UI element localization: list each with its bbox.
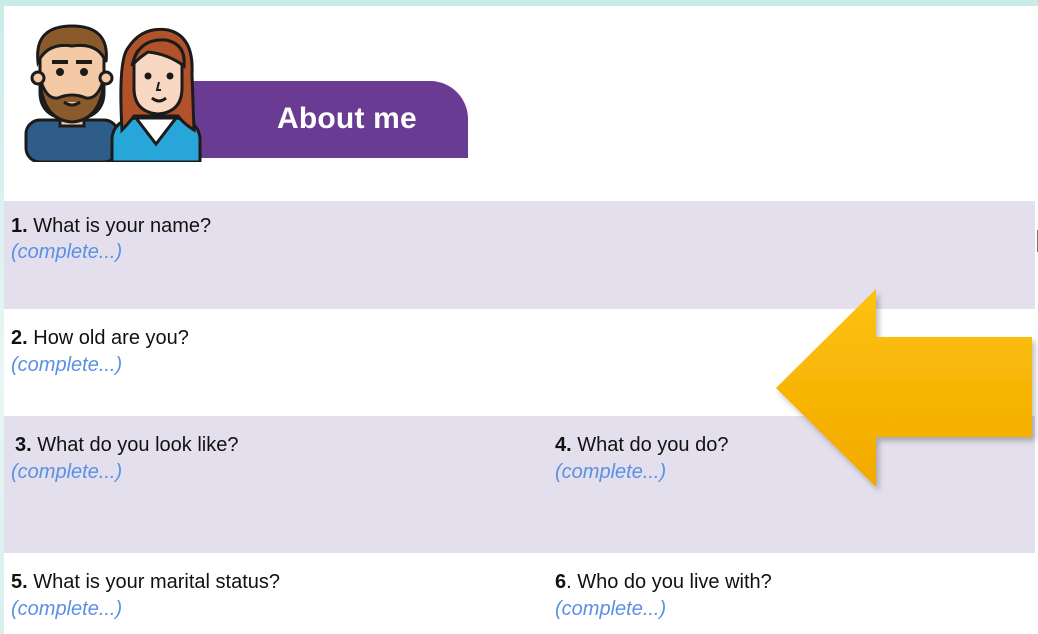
question-text: What do you do?: [571, 434, 729, 456]
question-5: 5. What is your marital status?: [11, 570, 280, 594]
answer-field-5[interactable]: (complete...): [11, 597, 122, 621]
woman-avatar-icon: [110, 27, 202, 162]
question-4: 4. What do you do?: [555, 433, 728, 457]
question-6: 6. Who do you live with?: [555, 570, 772, 594]
question-1: 1. What is your name?: [11, 214, 211, 238]
question-text: What do you look like?: [31, 434, 239, 456]
question-2: 2. How old are you?: [11, 326, 189, 350]
question-text: How old are you?: [27, 327, 189, 349]
answer-field-6[interactable]: (complete...): [555, 597, 666, 621]
question-number: 5.: [11, 571, 28, 593]
question-number: 2.: [11, 327, 28, 349]
question-text: What is your name?: [27, 215, 212, 237]
man-avatar-icon: [24, 24, 120, 162]
people-illustration: [24, 24, 202, 162]
question-text: What is your marital status?: [27, 571, 280, 593]
question-number: 1.: [11, 215, 28, 237]
answer-field-2[interactable]: (complete...): [11, 353, 122, 377]
question-number: 6: [555, 571, 567, 593]
answer-field-4[interactable]: (complete...): [555, 460, 666, 484]
left-arrow-icon: [776, 289, 1032, 487]
question-row-4: 5. What is your marital status? (complet…: [4, 553, 1035, 634]
question-number: 4.: [555, 434, 572, 456]
question-3: 3. What do you look like?: [15, 433, 238, 457]
question-number: 3.: [15, 434, 32, 456]
header: About me: [4, 6, 474, 166]
page-title: About me: [277, 102, 417, 135]
answer-field-3[interactable]: (complete...): [11, 460, 122, 484]
question-text: . Who do you live with?: [566, 571, 772, 593]
answer-field-1[interactable]: (complete...): [11, 240, 122, 264]
